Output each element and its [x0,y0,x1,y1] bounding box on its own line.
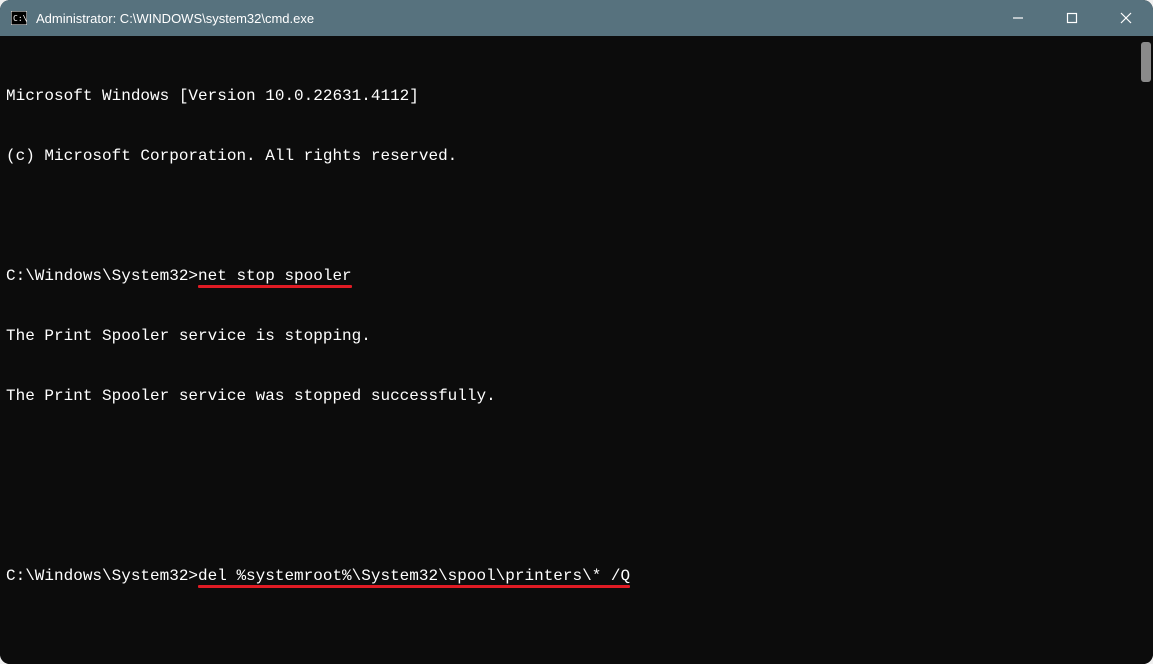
prompt-path: C:\Windows\System32> [6,567,198,585]
banner-version: Microsoft Windows [Version 10.0.22631.41… [6,86,1147,106]
titlebar[interactable]: C:\ Administrator: C:\WINDOWS\system32\c… [0,0,1153,36]
command-net-stop-spooler: net stop spooler [198,266,352,286]
cmd-icon: C:\ [10,9,28,27]
command-del-spool: del %systemroot%\System32\spool\printers… [198,566,630,586]
maximize-button[interactable] [1045,0,1099,36]
banner-copyright: (c) Microsoft Corporation. All rights re… [6,146,1147,166]
response-line: The Print Spooler service is stopping. [6,326,1147,346]
window-title: Administrator: C:\WINDOWS\system32\cmd.e… [36,11,314,26]
svg-text:C:\: C:\ [13,14,27,23]
minimize-button[interactable] [991,0,1045,36]
prompt-line-1: C:\Windows\System32>net stop spooler [6,266,1147,286]
command-prompt-window: C:\ Administrator: C:\WINDOWS\system32\c… [0,0,1153,664]
terminal-output[interactable]: Microsoft Windows [Version 10.0.22631.41… [0,36,1153,664]
close-button[interactable] [1099,0,1153,36]
window-controls [991,0,1153,36]
prompt-line-2: C:\Windows\System32>del %systemroot%\Sys… [6,566,1147,586]
scrollbar-thumb[interactable] [1141,42,1151,82]
response-line: The Print Spooler service was stopped su… [6,386,1147,406]
prompt-path: C:\Windows\System32> [6,267,198,285]
